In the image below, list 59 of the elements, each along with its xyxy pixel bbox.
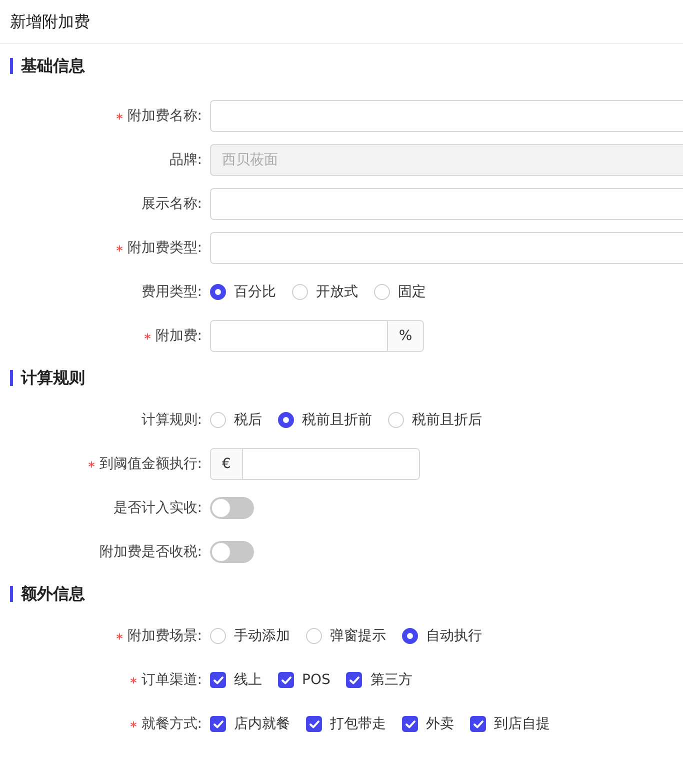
- field-label: 计算规则:: [141, 410, 202, 430]
- check-icon: [404, 720, 416, 728]
- checkbox-option[interactable]: 第三方: [346, 670, 412, 690]
- toggle-switch[interactable]: [210, 541, 254, 563]
- field-label: 费用类型:: [141, 282, 202, 302]
- check-icon: [212, 676, 224, 684]
- check-icon: [280, 676, 292, 684]
- section-title: 基础信息: [21, 55, 85, 77]
- required-icon: [116, 112, 124, 120]
- radio-option[interactable]: 税前且折后: [388, 410, 482, 430]
- field-label: 订单渠道:: [141, 670, 202, 690]
- text-field[interactable]: [210, 100, 683, 132]
- field-label: 品牌:: [169, 150, 202, 170]
- checkbox-option[interactable]: 店内就餐: [210, 714, 290, 734]
- radio-option[interactable]: 手动添加: [210, 626, 290, 646]
- checkbox-option[interactable]: 到店自提: [470, 714, 550, 734]
- addon-label: %: [387, 321, 423, 351]
- field-label: 附加费:: [155, 326, 202, 346]
- check-icon: [472, 720, 484, 728]
- check-icon: [348, 676, 360, 684]
- field-label: 展示名称:: [141, 194, 202, 214]
- field-label: 附加费场景:: [127, 626, 202, 646]
- section-marker: [10, 586, 13, 602]
- section-marker: [10, 370, 13, 386]
- field-label: 附加费名称:: [127, 106, 202, 126]
- required-icon: [130, 720, 138, 728]
- checkbox-option[interactable]: 打包带走: [306, 714, 386, 734]
- section-title: 计算规则: [21, 367, 85, 389]
- checkbox-option[interactable]: POS: [278, 670, 330, 690]
- radio-option[interactable]: 自动执行: [402, 626, 482, 646]
- field-label: 附加费是否收税:: [99, 542, 202, 562]
- required-icon: [116, 244, 124, 252]
- section-marker: [10, 58, 13, 74]
- field-label: 就餐方式:: [141, 714, 202, 734]
- text-field[interactable]: [210, 232, 683, 264]
- addon-label: €: [211, 449, 243, 479]
- field-label: 到阈值金额执行:: [99, 454, 202, 474]
- radio-option[interactable]: 固定: [374, 282, 426, 302]
- section-title: 额外信息: [21, 583, 85, 605]
- text-field[interactable]: [210, 188, 683, 220]
- required-icon: [88, 460, 96, 468]
- check-icon: [308, 720, 320, 728]
- radio-option[interactable]: 税后: [210, 410, 262, 430]
- field-label: 是否计入实收:: [113, 498, 202, 518]
- radio-option[interactable]: 百分比: [210, 282, 276, 302]
- page-title: 新增附加费: [10, 10, 90, 32]
- input-group-field[interactable]: %: [210, 320, 424, 352]
- radio-option[interactable]: 开放式: [292, 282, 358, 302]
- radio-option[interactable]: 弹窗提示: [306, 626, 386, 646]
- checkbox-option[interactable]: 线上: [210, 670, 262, 690]
- toggle-switch[interactable]: [210, 497, 254, 519]
- checkbox-option[interactable]: 外卖: [402, 714, 454, 734]
- input-group-field[interactable]: €: [210, 448, 420, 480]
- field-label: 附加费类型:: [127, 238, 202, 258]
- check-icon: [212, 720, 224, 728]
- radio-option[interactable]: 税前且折前: [278, 410, 372, 430]
- required-icon: [144, 332, 152, 340]
- required-icon: [130, 676, 138, 684]
- required-icon: [116, 632, 124, 640]
